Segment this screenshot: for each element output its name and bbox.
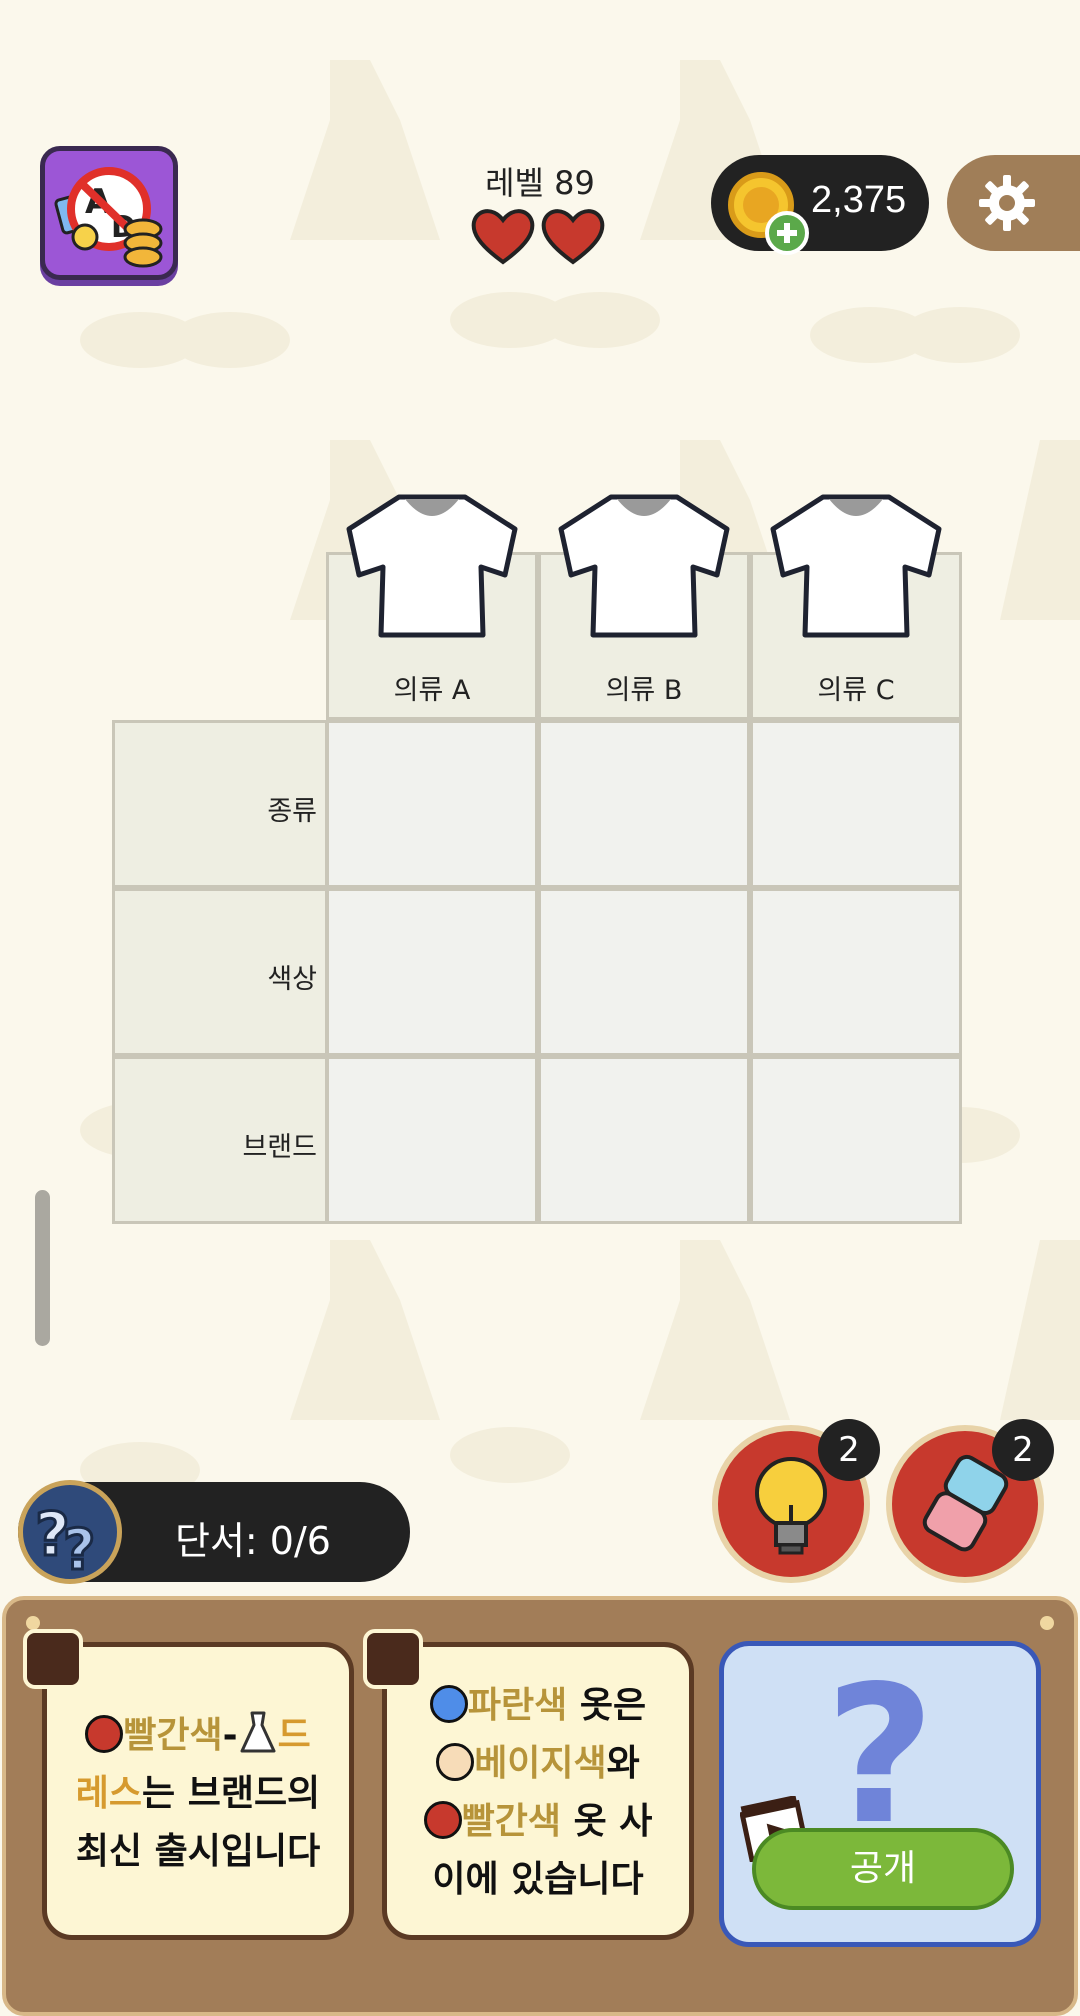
clue-text-part: 최신 출시입니다 (75, 1831, 321, 1872)
row-label: 브랜드 (242, 1132, 317, 1163)
red-dot-icon (423, 1801, 462, 1839)
hint-count-badge: 2 (818, 1419, 880, 1481)
heart-icon (471, 209, 535, 265)
clue-text-part: 이에 있습니다 (432, 1859, 644, 1900)
clue-text: 파란색 옷은 베이지색와 빨간색 옷 사 이에 있습니다 (401, 1677, 675, 1909)
clue-text-part: 옷은 (567, 1685, 647, 1726)
column-label: 의류 B (605, 675, 683, 706)
shirt-icon (558, 494, 730, 638)
clue-text-part: - (222, 1715, 238, 1756)
grid-cell[interactable] (538, 1056, 750, 1224)
level-label: 레벨 89 (485, 164, 595, 202)
clue-text: 빨간색- 드 레스는 브랜드의 최신 출시입니다 (61, 1707, 335, 1881)
scrollbar[interactable] (35, 1190, 50, 1346)
grid-cell[interactable] (750, 888, 962, 1056)
coin-amount: 2,375 (811, 179, 907, 221)
clue-keyword-beige: 베이지색 (474, 1743, 607, 1784)
reveal-button[interactable]: 공개 (752, 1828, 1014, 1910)
row-label: 색상 (267, 964, 317, 995)
shirt-icon (346, 494, 518, 638)
clue-keyword-dress: 드 (277, 1715, 311, 1756)
coin-balance[interactable]: 2,375 (711, 155, 929, 255)
panel-rivet (1040, 1616, 1054, 1630)
shirt-icon (770, 494, 942, 638)
beige-dot-icon (436, 1743, 475, 1781)
eraser-button[interactable]: 2 (886, 1419, 1054, 1583)
clue-keyword-blue: 파란색 (467, 1685, 568, 1726)
grid-cell[interactable] (750, 1056, 962, 1224)
clue-count-label: 단서: 0/6 (175, 1519, 331, 1563)
grid-cell[interactable] (326, 888, 538, 1056)
column-label: 의류 A (393, 675, 471, 706)
settings-button[interactable] (947, 155, 1080, 251)
clue-keyword-dress: 레스 (75, 1773, 143, 1814)
row-header-type: 종류 (112, 720, 328, 888)
clue-card-2[interactable]: 파란색 옷은 베이지색와 빨간색 옷 사 이에 있습니다 (363, 1629, 694, 1940)
column-header-a: 의류 A (326, 494, 538, 720)
level-indicator: 레벨 89 (440, 158, 640, 204)
grid-cell[interactable] (538, 720, 750, 888)
grid-cell[interactable] (538, 888, 750, 1056)
clue-text-part: 와 (606, 1743, 640, 1784)
column-label: 의류 C (817, 675, 895, 706)
clue-card-1[interactable]: 빨간색- 드 레스는 브랜드의 최신 출시입니다 (23, 1629, 354, 1940)
clue-keyword-red: 빨간색 (123, 1715, 223, 1756)
grid-cell[interactable] (326, 1056, 538, 1224)
red-dot-icon (85, 1715, 124, 1753)
clue-text-part: 는 브랜드의 (142, 1773, 321, 1814)
row-label: 종류 (267, 796, 317, 827)
hint-button[interactable]: 2 (712, 1419, 880, 1583)
panel-rivet (26, 1616, 40, 1630)
clue-text-part: 옷 사 (561, 1801, 653, 1842)
column-header-b: 의류 B (538, 494, 750, 720)
gear-icon (979, 175, 1035, 231)
row-header-color: 색상 (112, 888, 328, 1056)
grid-cell[interactable] (750, 720, 962, 888)
reveal-clue-card[interactable]: ? 공개 (719, 1641, 1041, 1947)
row-header-brand: 브랜드 (112, 1056, 328, 1224)
card-tab (23, 1629, 83, 1689)
question-marks-icon: ? ? (18, 1480, 122, 1584)
no-ads-icon: A D (54, 167, 163, 268)
coin-add-icon (728, 172, 809, 255)
eraser-count-badge: 2 (992, 1419, 1054, 1481)
clue-keyword-red: 빨간색 (461, 1801, 562, 1842)
clue-counter: ? ? 단서: 0/6 (18, 1480, 410, 1584)
no-ads-button[interactable]: A D (40, 146, 178, 280)
heart-icon (541, 209, 605, 265)
grid-cell[interactable] (326, 720, 538, 888)
column-header-c: 의류 C (750, 494, 962, 720)
dress-icon (240, 1711, 276, 1753)
svg-text:?: ? (63, 1518, 95, 1579)
blue-dot-icon (429, 1685, 468, 1723)
